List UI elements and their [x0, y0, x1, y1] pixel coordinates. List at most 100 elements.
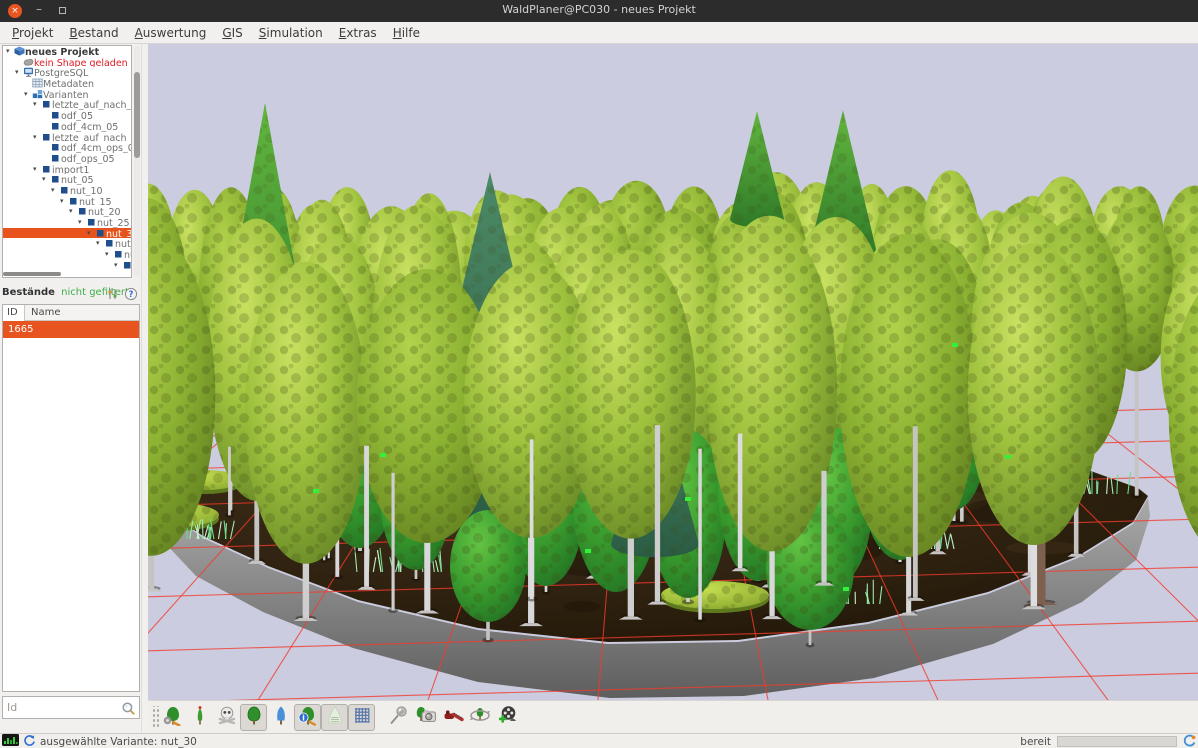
grid-toggle-button[interactable] — [348, 704, 375, 731]
tree-item-nu[interactable]: ▾ nu — [3, 249, 131, 260]
expander-icon[interactable]: ▾ — [60, 196, 68, 207]
expander-icon[interactable]: ▾ — [24, 89, 32, 100]
selected-variant-status: ausgewählte Variante: nut_30 — [40, 736, 197, 748]
tree-item-odf-4cm-05[interactable]: odf_4cm_05 — [3, 121, 131, 132]
tree-vertical-scrollbar[interactable] — [134, 46, 140, 276]
table-row[interactable]: 1665 — [3, 321, 139, 338]
column-header-id[interactable]: ID — [3, 305, 25, 321]
expander-icon[interactable]: ▾ — [114, 260, 122, 271]
3d-viewport[interactable] — [148, 44, 1198, 700]
tree-item-nut-25[interactable]: ▾ nut_25 — [3, 217, 131, 228]
tree-item-label: import1 — [52, 165, 89, 175]
tree-item-letzte-auf-nach-d[interactable]: ▾ letzte_auf_nach_d — [3, 132, 131, 143]
film-reel-tree-icon — [496, 704, 518, 730]
tree-item-nut-30[interactable]: ▾ nut_30 — [3, 228, 131, 239]
tree-item-postgresql[interactable]: ▾PostgreSQL — [3, 67, 131, 78]
table-header: ID Name — [3, 305, 139, 321]
variants-icon — [32, 89, 43, 99]
tree-item-varianten[interactable]: ▾ Varianten — [3, 89, 131, 100]
expander-icon[interactable]: ▾ — [33, 164, 41, 175]
tree-info-button[interactable]: i — [294, 704, 321, 731]
tree-item-odf-4cm-ops-05[interactable]: odf_4cm_ops_05 — [3, 142, 131, 153]
tree-item-label: odf_4cm_05 — [61, 122, 118, 132]
tree-item-import1[interactable]: ▾ import1 — [3, 164, 131, 175]
id-search-input[interactable] — [7, 698, 117, 717]
animation-button[interactable] — [493, 704, 520, 731]
tree-item-nut-10[interactable]: ▾nut_10 — [3, 185, 131, 196]
tree-item-odf-ops-05[interactable]: odf_ops_05 — [3, 153, 131, 164]
tree-item-nut-15[interactable]: ▾nut_15 — [3, 196, 131, 207]
database-icon — [23, 67, 34, 77]
chainsaw-button[interactable] — [439, 704, 466, 731]
deciduous-tree-button[interactable] — [240, 704, 267, 731]
menu-item-auswertung[interactable]: Auswertung — [127, 24, 215, 42]
camera-tree-icon — [415, 704, 437, 730]
sapling-button[interactable] — [186, 704, 213, 731]
sidebar-splitter[interactable] — [141, 44, 148, 733]
tree-settings-button[interactable] — [159, 704, 186, 731]
tree-item-nut-05[interactable]: ▾nut_05 — [3, 174, 131, 185]
expander-icon[interactable]: ▾ — [42, 174, 50, 185]
tree-item-label: nut_25 — [97, 218, 130, 228]
tree-item-label: nu — [124, 250, 131, 260]
svg-text:i: i — [302, 713, 305, 722]
tree-item-label: letzte_auf_nach_d — [52, 133, 131, 143]
tree-item-label: odf_ops_05 — [61, 154, 115, 164]
orbit-button[interactable] — [466, 704, 493, 731]
filter-icon[interactable] — [106, 287, 120, 301]
viewport-toolbar: i — [148, 700, 1198, 733]
tree-item-neues-projekt[interactable]: ▾neues Projekt — [3, 46, 131, 57]
menu-item-bestand[interactable]: Bestand — [61, 24, 126, 42]
tree-item-nut-20[interactable]: ▾nut_20 — [3, 206, 131, 217]
snapshot-button[interactable] — [412, 704, 439, 731]
column-header-name[interactable]: Name — [31, 307, 61, 318]
panel-splitter[interactable] — [0, 280, 141, 286]
expander-icon[interactable]: ▾ — [96, 238, 104, 249]
tree-horizontal-scrollbar[interactable] — [3, 272, 123, 276]
expander-icon[interactable]: ▾ — [105, 249, 113, 260]
tree-item-metadaten[interactable]: Metadaten — [3, 78, 131, 89]
main-area: ▾neues Projektkein Shape geladen▾Postgre… — [0, 44, 1198, 733]
tree-item-label: letzte_auf_nach_d — [52, 100, 131, 110]
expander-icon[interactable]: ▾ — [15, 67, 23, 78]
tree-item-label: Varianten — [43, 90, 89, 100]
tree-item-nut-[interactable]: ▾nut_ — [3, 238, 131, 249]
menu-item-extras[interactable]: Extras — [331, 24, 385, 42]
expander-icon[interactable]: ▾ — [33, 132, 41, 143]
expander-icon[interactable]: ▾ — [33, 99, 41, 110]
variant-square-icon — [50, 174, 61, 184]
menu-item-projekt[interactable]: Projekt — [4, 24, 61, 42]
tree-item-label: odf_05 — [61, 111, 93, 121]
search-icon[interactable] — [121, 701, 136, 716]
help-icon[interactable]: ? — [124, 287, 138, 301]
skull-icon — [216, 704, 238, 730]
transparent-cone-button[interactable] — [321, 704, 348, 731]
forest-scene[interactable] — [148, 44, 1198, 700]
statusbar: ausgewählte Variante: nut_30 bereit — [0, 733, 1198, 748]
menu-item-gis[interactable]: GIS — [214, 24, 250, 42]
toolbar-drag-handle[interactable] — [151, 706, 159, 728]
tree-item-hidden[interactable]: ▾ — [3, 260, 131, 271]
project-cube-icon — [14, 46, 25, 56]
tree-item-letzte-auf-nach-d[interactable]: ▾ letzte_auf_nach_d — [3, 99, 131, 110]
variant-square-icon — [77, 206, 88, 216]
expander-icon[interactable]: ▾ — [87, 228, 95, 239]
dead-tree-button[interactable] — [213, 704, 240, 731]
menu-item-simulation[interactable]: Simulation — [251, 24, 331, 42]
pin-button[interactable] — [385, 704, 412, 731]
blue-tree-button[interactable] — [267, 704, 294, 731]
expander-icon[interactable]: ▾ — [78, 217, 86, 228]
sapling-icon — [189, 704, 211, 730]
expander-icon[interactable]: ▾ — [69, 206, 77, 217]
spinner-icon — [1183, 734, 1196, 748]
tree-gear-icon — [162, 704, 184, 730]
variant-square-icon — [122, 260, 131, 270]
variant-square-icon — [50, 110, 61, 120]
tree-item-odf-05[interactable]: odf_05 — [3, 110, 131, 121]
expander-icon[interactable]: ▾ — [51, 185, 59, 196]
tree-item-label: nut_30 — [106, 229, 131, 239]
expander-icon[interactable]: ▾ — [6, 46, 14, 57]
refresh-icon[interactable] — [23, 734, 36, 748]
tree-item-kein-shape-geladen[interactable]: kein Shape geladen — [3, 57, 131, 68]
menu-item-hilfe[interactable]: Hilfe — [385, 24, 428, 42]
